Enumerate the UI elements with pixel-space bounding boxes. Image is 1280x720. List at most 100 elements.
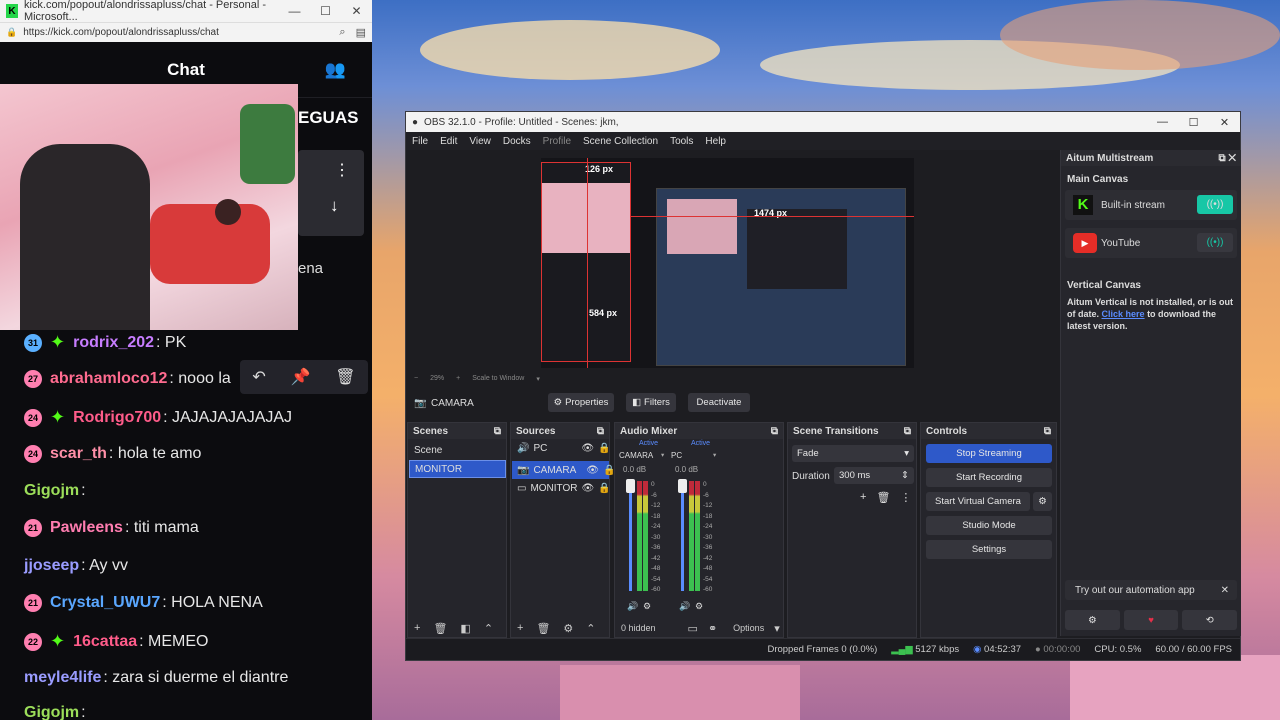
speaker-icon[interactable]: 🔊 [627, 601, 638, 612]
chat-username[interactable]: jjoseep [24, 557, 79, 575]
menu-item[interactable]: Edit [440, 136, 457, 147]
chat-message[interactable]: 22 ✦ 16cattaa: MEMEO [24, 631, 208, 652]
source-item[interactable]: 🔊 PC 👁 🔒 [517, 443, 611, 454]
source-item-selected[interactable]: 📷 CAMARA 👁 🔒 [512, 461, 615, 479]
start-recording-button[interactable]: Start Recording [926, 468, 1052, 487]
chat-username[interactable]: 16cattaa [73, 633, 137, 651]
settings-gear-icon[interactable]: ⚙ [1065, 610, 1120, 630]
close-icon[interactable]: ✕ [1221, 585, 1229, 596]
chat-username[interactable]: Rodrigo700 [73, 409, 161, 427]
chat-username[interactable]: Pawleens [50, 519, 123, 537]
scene-item-selected[interactable]: MONITOR [409, 460, 506, 478]
more-options-icon[interactable]: ⋮ [334, 160, 350, 180]
undo-icon[interactable]: ↶ [252, 367, 265, 387]
chat-message[interactable]: Gigojm: [24, 704, 86, 720]
fader-handle[interactable] [626, 479, 635, 493]
add-icon[interactable]: + [517, 622, 523, 634]
chat-message[interactable]: jjoseep: Ay vv [24, 557, 128, 575]
address-bar[interactable]: 🔒 https://kick.com/popout/alondrissaplus… [0, 22, 372, 42]
scale-dropdown-icon[interactable]: ▾ [536, 375, 540, 383]
trash-icon[interactable]: 🗑 [335, 367, 355, 387]
chat-username[interactable]: rodrix_202 [73, 334, 154, 352]
menu-item[interactable]: Scene Collection [583, 136, 658, 147]
obs-close-button[interactable]: ✕ [1209, 116, 1240, 129]
more-options-icon[interactable]: ⋮ [900, 491, 911, 504]
start-virtual-camera-button[interactable]: Start Virtual Camera [926, 492, 1030, 511]
chevron-down-icon[interactable]: ▾ [774, 622, 780, 635]
zoom-out-icon[interactable]: − [414, 375, 418, 383]
menu-item[interactable]: View [469, 136, 491, 147]
chat-username[interactable]: scar_th [50, 445, 107, 463]
zoom-icon[interactable]: ⌕ [339, 26, 345, 39]
up-icon[interactable]: ⌃ [586, 622, 595, 635]
up-icon[interactable]: ⌃ [484, 622, 493, 635]
add-icon[interactable]: + [414, 622, 420, 634]
preview-chat-source[interactable] [541, 162, 631, 362]
volume-fader[interactable] [629, 481, 632, 591]
refresh-icon[interactable]: ⟲ [1182, 610, 1238, 630]
arrow-down-icon[interactable]: ↓ [330, 196, 339, 216]
trash-icon[interactable]: 🗑 [876, 491, 890, 504]
chat-message[interactable]: Gigojm: [24, 482, 86, 500]
menu-item[interactable]: File [412, 136, 428, 147]
minimize-button[interactable]: — [279, 4, 310, 18]
options-button[interactable]: Options [733, 623, 764, 633]
undock-icon[interactable]: ⧉ [771, 426, 778, 437]
stop-streaming-button[interactable]: Stop Streaming [926, 444, 1052, 463]
transition-select[interactable]: Fade ▾ [792, 445, 914, 462]
chat-message[interactable]: 21 Crystal_UWU7: HOLA NENA [24, 594, 263, 612]
zoom-in-icon[interactable]: + [456, 375, 460, 383]
undock-icon[interactable]: ⧉ [494, 426, 501, 437]
close-button[interactable]: ✕ [341, 4, 372, 18]
trash-icon[interactable]: 🗑 [536, 622, 550, 635]
chat-message[interactable]: 21 Pawleens: titi mama [24, 519, 199, 537]
chevron-down-icon[interactable]: ▾ [661, 451, 664, 459]
obs-maximize-button[interactable]: ☐ [1178, 116, 1209, 129]
link-icon[interactable]: ⚭ [708, 622, 717, 635]
preview-canvas[interactable]: 126 px 1474 px 584 px [541, 158, 914, 368]
chat-username[interactable]: Gigojm [24, 482, 79, 500]
obs-minimize-button[interactable]: — [1147, 116, 1178, 129]
chat-message[interactable]: 24 scar_th: hola te amo [24, 445, 201, 463]
trash-icon[interactable]: 🗑 [433, 622, 447, 635]
source-item[interactable]: ▭ MONITOR 👁 🔒 [517, 483, 611, 494]
properties-button[interactable]: ⚙ Properties [548, 393, 614, 412]
url-text[interactable]: https://kick.com/popout/alondrissapluss/… [23, 27, 219, 38]
close-icon[interactable]: ⧉ ✕ [1218, 153, 1236, 164]
undock-icon[interactable]: ⧉ [904, 426, 911, 437]
users-icon[interactable]: 👥 [325, 60, 346, 80]
studio-mode-button[interactable]: Studio Mode [926, 516, 1052, 535]
scene-item[interactable]: Scene [414, 445, 442, 456]
broadcast-toggle-off[interactable]: ((•)) [1197, 233, 1233, 252]
duration-input[interactable]: 300 ms ⇕ [834, 467, 914, 484]
gear-icon[interactable]: ⚙ [695, 601, 703, 612]
broadcast-toggle-on[interactable]: ((•)) [1197, 195, 1233, 214]
download-link[interactable]: Click here [1102, 309, 1145, 319]
chat-username[interactable]: Crystal_UWU7 [50, 594, 160, 612]
chat-message[interactable]: 31 ✦ rodrix_202: PK [24, 332, 186, 353]
gear-icon[interactable]: ⚙ [563, 622, 573, 635]
layout-icon[interactable]: ▭ [688, 622, 698, 635]
gear-icon[interactable]: ⚙ [643, 601, 651, 612]
lock-icon[interactable]: 🔒 [598, 443, 610, 454]
channel-name[interactable]: CAMARA [619, 451, 653, 460]
volume-fader[interactable] [681, 481, 684, 591]
menu-item[interactable]: Help [705, 136, 726, 147]
deactivate-button[interactable]: Deactivate [688, 393, 750, 412]
stepper-icon[interactable]: ⇕ [901, 470, 909, 481]
menu-item[interactable]: Docks [503, 136, 531, 147]
chat-username[interactable]: abrahamloco12 [50, 370, 167, 388]
menu-item[interactable]: Profile [543, 136, 571, 147]
chat-username[interactable]: meyle4life [24, 669, 101, 687]
menu-item[interactable]: Tools [670, 136, 693, 147]
undock-icon[interactable]: ⧉ [1044, 426, 1051, 437]
filters-button[interactable]: ◧ Filters [626, 393, 676, 412]
pin-icon[interactable]: 📌 [291, 367, 311, 387]
chevron-down-icon[interactable]: ▾ [713, 451, 716, 459]
speaker-icon[interactable]: 🔊 [679, 601, 690, 612]
chat-username[interactable]: Gigojm [24, 704, 79, 720]
chat-message[interactable]: 24 ✦ Rodrigo700: JAJAJAJAJAJAJ [24, 407, 292, 428]
lock-icon[interactable]: 🔒 [598, 483, 610, 494]
add-icon[interactable]: + [860, 491, 866, 504]
filter-icon[interactable]: ◧ [460, 622, 470, 635]
